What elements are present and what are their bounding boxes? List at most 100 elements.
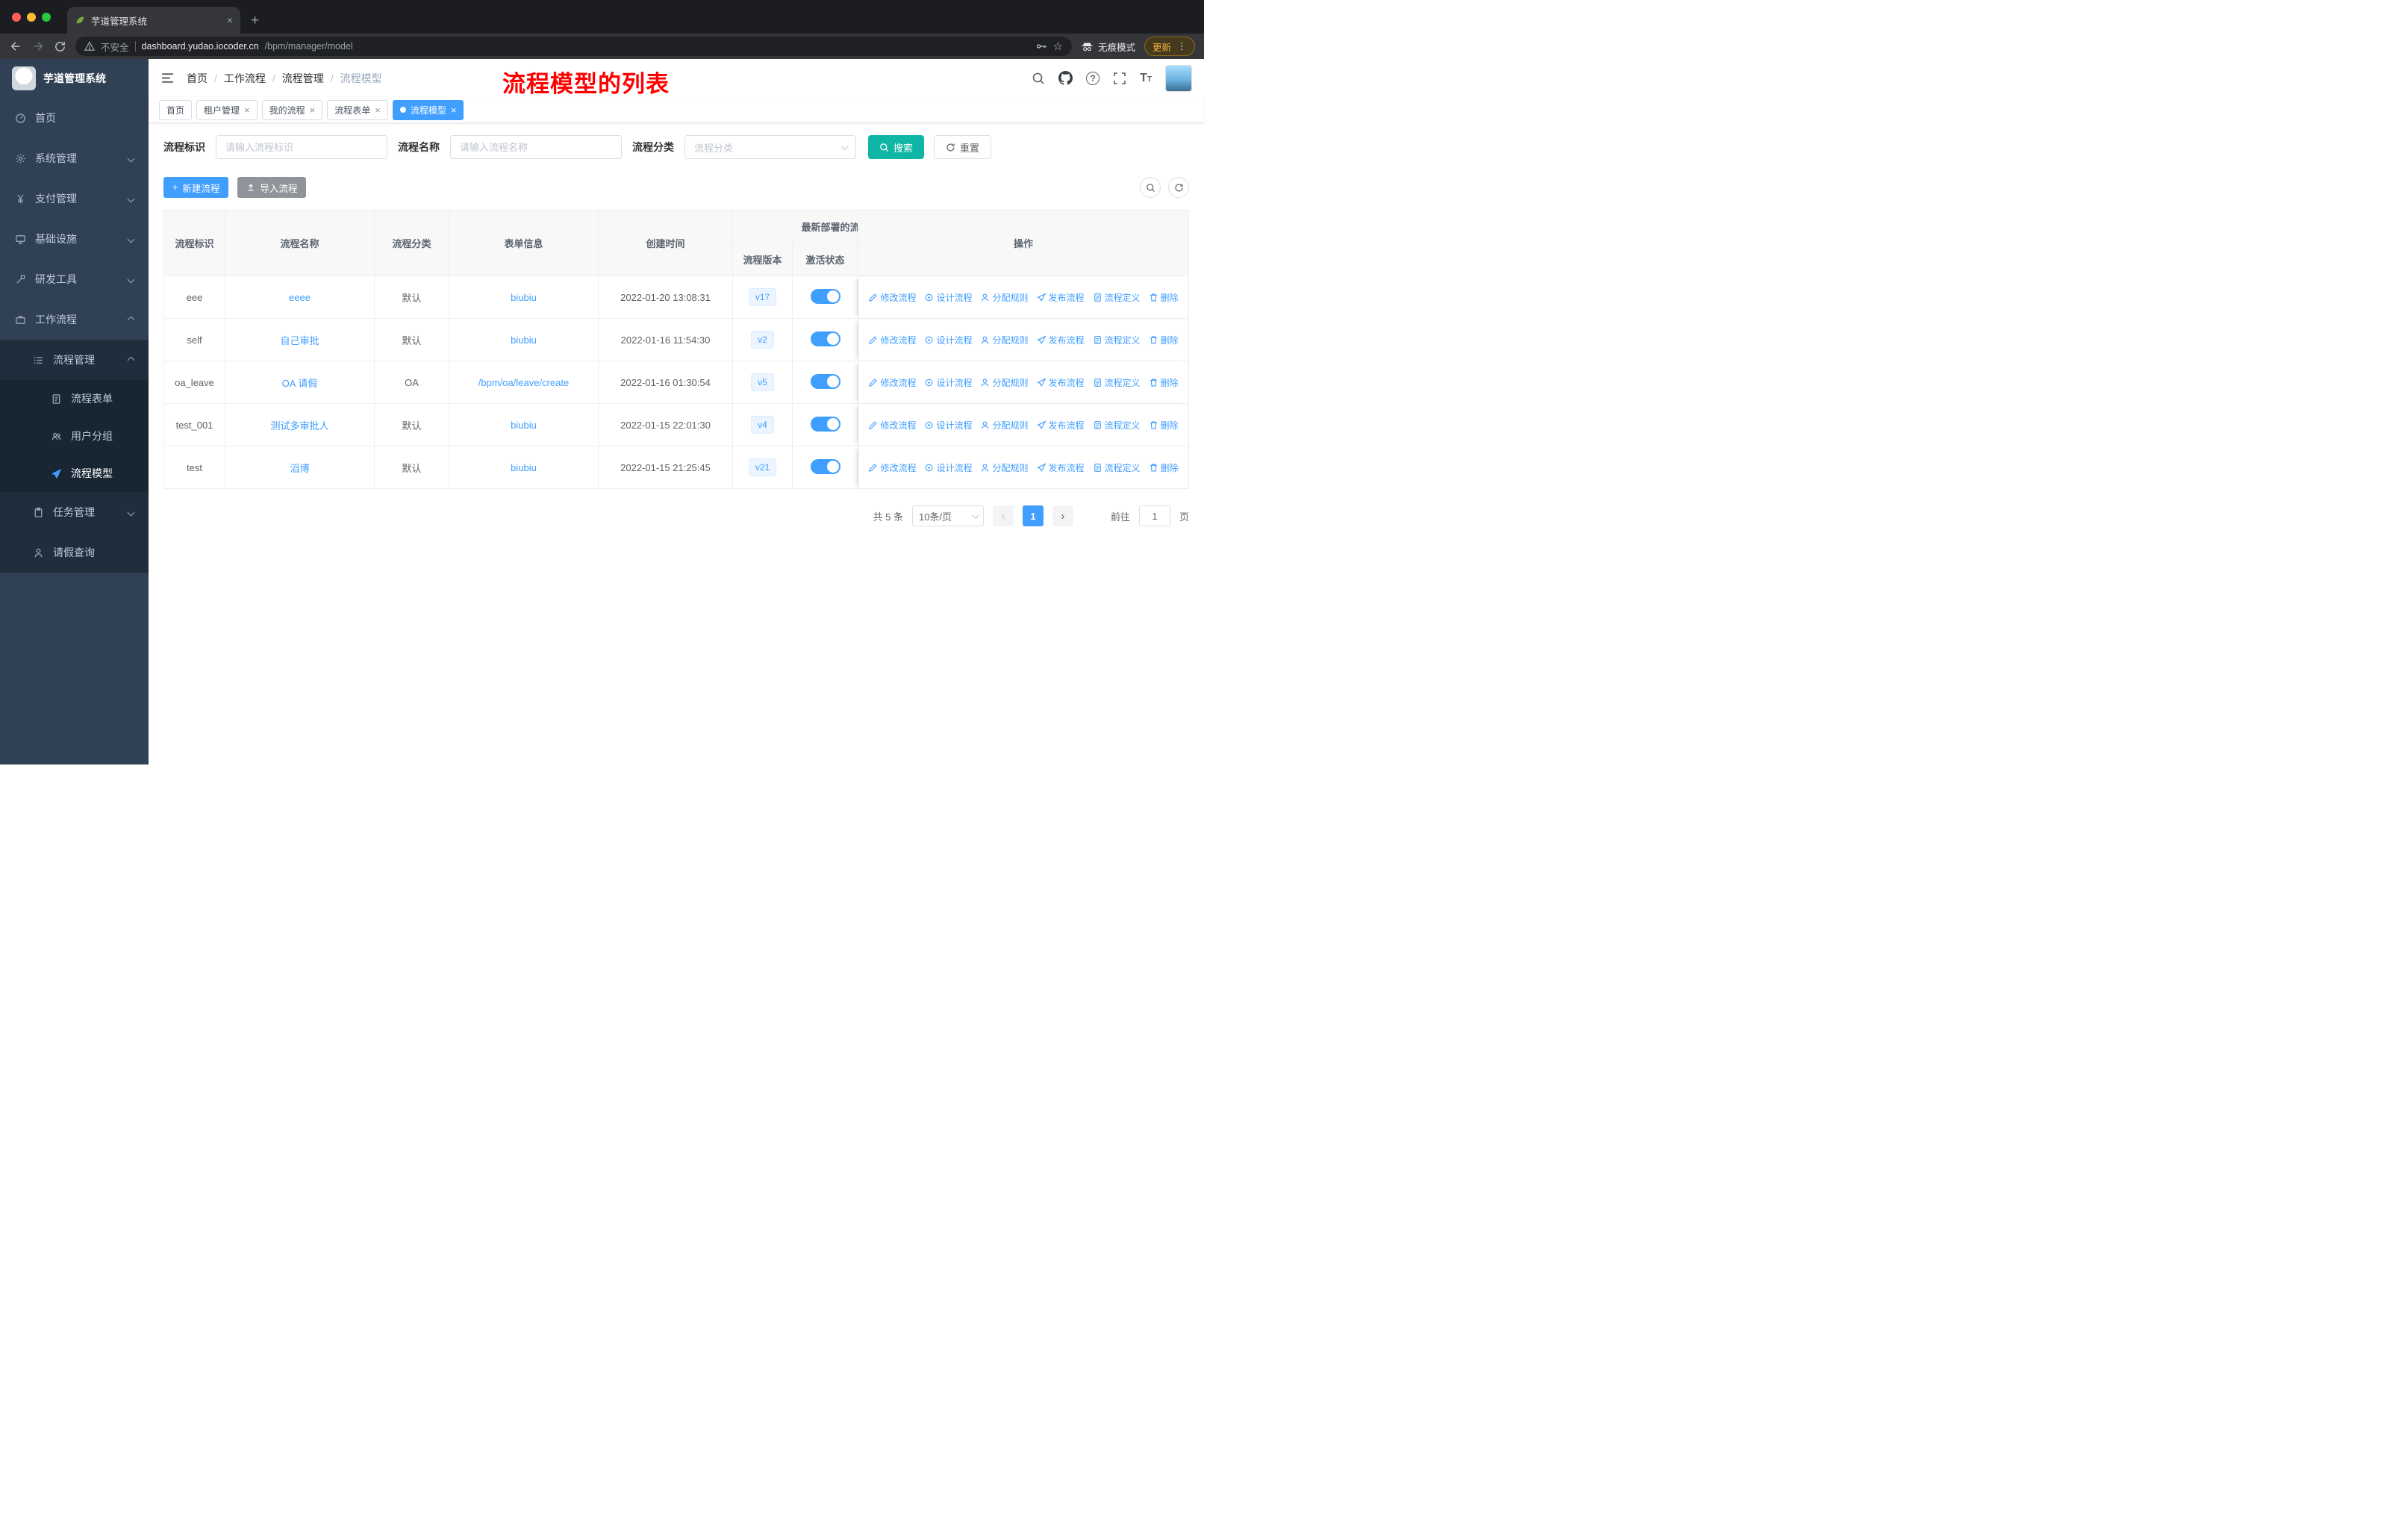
process-name-link[interactable]: eeee	[289, 292, 311, 303]
page-1-button[interactable]: 1	[1022, 505, 1044, 526]
omnibox[interactable]: 不安全 dashboard.yudao.iocoder.cn/bpm/manag…	[75, 37, 1072, 56]
import-process-button[interactable]: 导入流程	[237, 177, 307, 198]
sidebar-item-leave-query[interactable]: 请假查询	[0, 532, 149, 573]
reload-button[interactable]	[54, 40, 66, 53]
process-name-link[interactable]: OA 请假	[282, 378, 318, 389]
status-toggle[interactable]	[810, 373, 840, 389]
tag-close-icon[interactable]: ×	[375, 105, 381, 116]
process-definition-link[interactable]: 流程定义	[1093, 334, 1141, 346]
process-name-input[interactable]	[450, 135, 622, 159]
form-link[interactable]: biubiu	[511, 462, 537, 473]
prev-page-button[interactable]: ‹	[992, 505, 1014, 526]
reset-button[interactable]: 重置	[934, 135, 992, 159]
form-link[interactable]: biubiu	[511, 292, 537, 303]
status-toggle[interactable]	[810, 288, 840, 304]
tag-process-form[interactable]: 流程表单 ×	[327, 99, 388, 120]
breadcrumb-item-process-management[interactable]: 流程管理	[282, 71, 324, 86]
sidebar-item-devtools[interactable]: 研发工具	[0, 259, 149, 299]
process-definition-link[interactable]: 流程定义	[1093, 291, 1141, 304]
tag-home[interactable]: 首页	[159, 99, 193, 120]
delete-link[interactable]: 删除	[1149, 461, 1179, 474]
sidebar-item-system[interactable]: 系统管理	[0, 138, 149, 178]
help-icon[interactable]: ?	[1086, 71, 1100, 85]
publish-process-link[interactable]: 发布流程	[1037, 291, 1085, 304]
hamburger-icon[interactable]	[160, 71, 175, 85]
design-process-link[interactable]: 设计流程	[924, 334, 972, 346]
assign-rule-link[interactable]: 分配规则	[980, 291, 1029, 304]
next-page-button[interactable]: ›	[1052, 505, 1073, 526]
publish-process-link[interactable]: 发布流程	[1037, 419, 1085, 432]
window-minimize-button[interactable]	[27, 12, 36, 22]
status-toggle[interactable]	[810, 458, 840, 474]
tag-close-icon[interactable]: ×	[244, 105, 250, 116]
tag-close-icon[interactable]: ×	[451, 105, 457, 116]
category-select[interactable]: 流程分类	[684, 135, 856, 159]
process-key-input[interactable]	[216, 135, 387, 159]
delete-link[interactable]: 删除	[1149, 376, 1179, 389]
process-name-link[interactable]: 滔博	[290, 463, 309, 474]
search-icon[interactable]	[1032, 72, 1045, 85]
toolbar-refresh-icon[interactable]	[1168, 177, 1189, 198]
tab-close-icon[interactable]: ×	[227, 14, 233, 26]
delete-link[interactable]: 删除	[1149, 291, 1179, 304]
sidebar-item-process-management[interactable]: 流程管理	[0, 340, 149, 380]
edit-process-link[interactable]: 修改流程	[868, 461, 916, 474]
window-close-button[interactable]	[12, 12, 21, 22]
edit-process-link[interactable]: 修改流程	[868, 376, 916, 389]
sidebar-item-workflow[interactable]: 工作流程	[0, 299, 149, 340]
tag-process-model[interactable]: 流程模型 ×	[392, 99, 464, 120]
assign-rule-link[interactable]: 分配规则	[980, 376, 1029, 389]
browser-menu-dots-icon[interactable]: ⋮	[1177, 40, 1187, 52]
bookmark-star-icon[interactable]: ☆	[1053, 40, 1063, 53]
page-size-select[interactable]: 10条/页	[911, 505, 984, 526]
delete-link[interactable]: 删除	[1149, 419, 1179, 432]
publish-process-link[interactable]: 发布流程	[1037, 334, 1085, 346]
breadcrumb-item-home[interactable]: 首页	[187, 71, 208, 86]
form-link[interactable]: /bpm/oa/leave/create	[478, 377, 569, 388]
toolbar-search-icon[interactable]	[1140, 177, 1161, 198]
breadcrumb-item-workflow[interactable]: 工作流程	[224, 71, 266, 86]
status-toggle[interactable]	[810, 416, 840, 432]
design-process-link[interactable]: 设计流程	[924, 419, 972, 432]
tag-my-process[interactable]: 我的流程 ×	[261, 99, 323, 120]
assign-rule-link[interactable]: 分配规则	[980, 461, 1029, 474]
goto-page-input[interactable]	[1138, 505, 1170, 526]
process-definition-link[interactable]: 流程定义	[1093, 419, 1141, 432]
process-name-link[interactable]: 自己审批	[280, 335, 319, 346]
design-process-link[interactable]: 设计流程	[924, 461, 972, 474]
design-process-link[interactable]: 设计流程	[924, 291, 972, 304]
delete-link[interactable]: 删除	[1149, 334, 1179, 346]
search-button[interactable]: 搜索	[868, 135, 925, 159]
publish-process-link[interactable]: 发布流程	[1037, 376, 1085, 389]
window-zoom-button[interactable]	[42, 12, 51, 22]
new-tab-button[interactable]: +	[251, 13, 259, 29]
form-link[interactable]: biubiu	[511, 334, 537, 346]
sidebar-item-process-model[interactable]: 流程模型	[0, 455, 149, 492]
sidebar-item-home[interactable]: 首页	[0, 98, 149, 138]
assign-rule-link[interactable]: 分配规则	[980, 334, 1029, 346]
back-button[interactable]	[9, 40, 22, 53]
sidebar-item-task-management[interactable]: 任务管理	[0, 492, 149, 532]
edit-process-link[interactable]: 修改流程	[868, 334, 916, 346]
form-link[interactable]: biubiu	[511, 420, 537, 431]
github-icon[interactable]	[1058, 71, 1073, 85]
process-name-link[interactable]: 测试多审批人	[270, 420, 328, 432]
publish-process-link[interactable]: 发布流程	[1037, 461, 1085, 474]
sidebar-item-payment[interactable]: 支付管理	[0, 178, 149, 219]
font-size-icon[interactable]: TT	[1140, 72, 1152, 85]
tag-close-icon[interactable]: ×	[310, 105, 316, 116]
assign-rule-link[interactable]: 分配规则	[980, 419, 1029, 432]
browser-tab[interactable]: 芋道管理系统 ×	[67, 7, 240, 34]
process-definition-link[interactable]: 流程定义	[1093, 461, 1141, 474]
design-process-link[interactable]: 设计流程	[924, 376, 972, 389]
sidebar-item-user-group[interactable]: 用户分组	[0, 417, 149, 455]
edit-process-link[interactable]: 修改流程	[868, 419, 916, 432]
tag-tenant-management[interactable]: 租户管理 ×	[196, 99, 258, 120]
process-definition-link[interactable]: 流程定义	[1093, 376, 1141, 389]
edit-process-link[interactable]: 修改流程	[868, 291, 916, 304]
sidebar-item-infrastructure[interactable]: 基础设施	[0, 219, 149, 259]
create-process-button[interactable]: + 新建流程	[163, 177, 229, 198]
user-avatar[interactable]	[1165, 64, 1192, 92]
key-icon[interactable]	[1035, 40, 1047, 52]
update-button[interactable]: 更新 ⋮	[1144, 37, 1195, 56]
